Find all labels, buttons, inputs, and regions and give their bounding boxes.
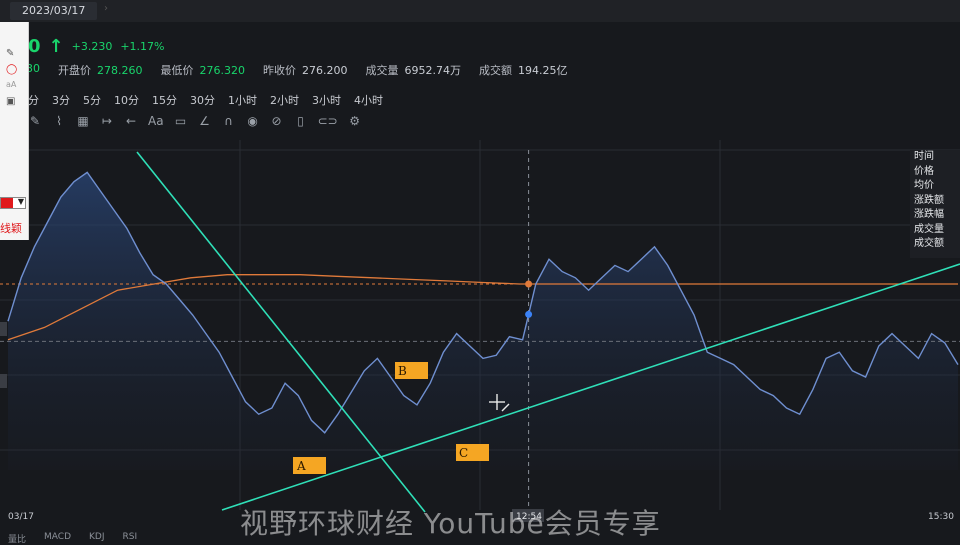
annotation-c-label: C xyxy=(459,446,468,460)
watermark: 视野环球财经 YouTube会员专享 xyxy=(240,507,661,540)
legend-turnover: 成交额 xyxy=(914,238,944,249)
annotation-c[interactable]: C xyxy=(456,444,489,461)
legend-change-pct: 涨跌幅 xyxy=(914,209,944,220)
save-icon[interactable]: ▣ xyxy=(6,96,15,107)
annotation-b[interactable]: B xyxy=(395,362,428,379)
annotation-b-label: B xyxy=(398,364,407,378)
text-tool-icon[interactable]: aA xyxy=(6,80,16,89)
side-panel-text: 线颖 xyxy=(0,222,22,235)
x-tick-end: 15:30 xyxy=(928,512,954,522)
annotation-a[interactable]: A xyxy=(293,457,326,474)
price-chart[interactable]: A B C 03/17 12:54 15:30 xyxy=(0,0,960,540)
legend-volume: 成交量 xyxy=(914,223,944,235)
legend-avg: 均价 xyxy=(914,180,934,191)
color-picker[interactable]: ▼ xyxy=(0,197,26,209)
indicator-volume-ratio[interactable]: 量比 xyxy=(8,532,26,545)
indicator-kdj[interactable]: KDJ xyxy=(89,532,105,545)
x-tick-start: 03/17 xyxy=(8,512,34,522)
drawing-side-panel: ✎ ◯ aA ▣ ▼ 线颖 xyxy=(0,22,29,240)
legend-time: 时间 xyxy=(914,151,934,162)
ellipse-icon[interactable]: ◯ xyxy=(6,64,17,75)
color-swatch xyxy=(1,198,13,208)
annotation-a-label: A xyxy=(296,459,306,473)
crosshair-price-dot xyxy=(525,310,533,318)
chevron-down-icon[interactable]: ▼ xyxy=(18,197,24,206)
legend-price: 价格 xyxy=(914,165,934,177)
crosshair-avg-dot xyxy=(525,280,533,288)
pencil-icon[interactable]: ✎ xyxy=(6,48,14,59)
y-marker-avg xyxy=(0,322,7,336)
indicator-tabs: 量比 MACD KDJ RSI xyxy=(8,532,137,545)
y-marker-prev-close xyxy=(0,374,7,388)
crosshair-legend: 时间 价格 均价 涨跌额 涨跌幅 成交量 成交额 xyxy=(910,150,960,258)
price-area-fill xyxy=(8,172,958,470)
legend-change: 涨跌额 xyxy=(914,194,944,206)
indicator-rsi[interactable]: RSI xyxy=(123,532,138,545)
indicator-macd[interactable]: MACD xyxy=(44,532,71,545)
